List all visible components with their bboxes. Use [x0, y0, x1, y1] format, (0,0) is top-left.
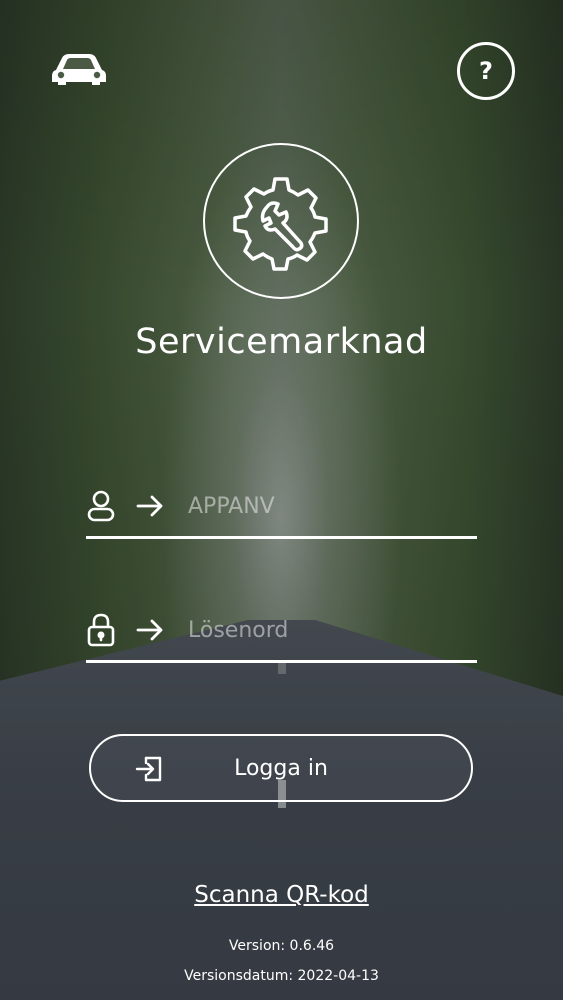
help-icon: ? [479, 57, 493, 85]
password-input[interactable] [188, 617, 477, 643]
help-button[interactable]: ? [457, 42, 515, 100]
username-field-row [86, 476, 477, 539]
login-button-label: Logga in [234, 755, 328, 781]
login-button[interactable]: Logga in [89, 734, 473, 802]
arrow-right-icon [136, 491, 166, 521]
scan-qr-link[interactable]: Scanna QR-kod [0, 882, 563, 908]
password-field-row [86, 600, 477, 663]
gear-wrench-icon [233, 177, 328, 271]
app-logo [203, 143, 359, 299]
version-date-text: Versionsdatum: 2022-04-13 [184, 968, 379, 984]
arrow-right-icon [136, 615, 166, 645]
user-icon [86, 490, 116, 522]
lock-icon [86, 613, 116, 647]
car-icon[interactable] [50, 50, 108, 88]
sign-in-icon [135, 754, 165, 784]
version-text: Version: 0.6.46 [228, 938, 335, 954]
username-input[interactable] [188, 493, 477, 519]
app-title: Servicemarknad [135, 322, 428, 362]
